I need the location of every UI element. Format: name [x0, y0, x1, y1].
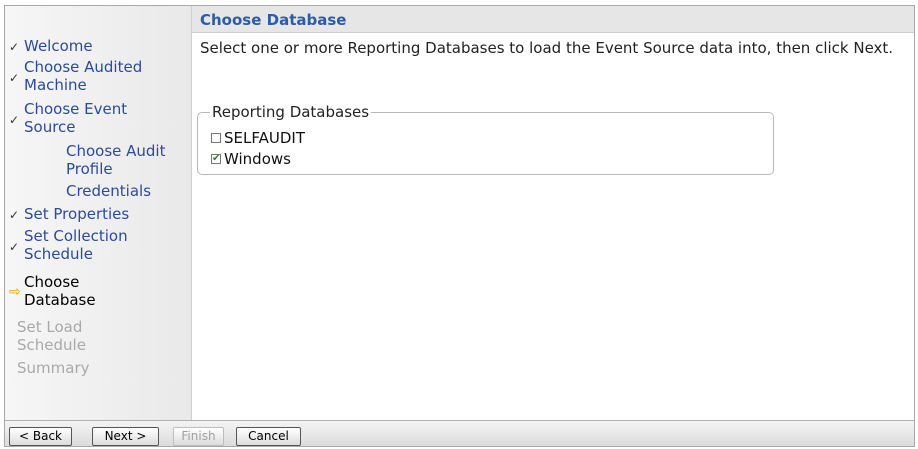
checkbox-selfaudit[interactable]: [211, 133, 221, 143]
check-icon: ✓: [9, 113, 20, 127]
step-label-line2: Machine: [24, 76, 87, 94]
cancel-button[interactable]: Cancel: [236, 427, 301, 446]
check-icon: ✓: [9, 240, 20, 254]
wizard-steps-sidebar: ✓ Welcome ✓ Choose Audited Machine ✓ Cho…: [5, 6, 192, 420]
step-label: Choose Audited: [24, 58, 143, 76]
check-icon: ✓: [9, 71, 20, 85]
step-label: Welcome: [24, 37, 93, 55]
instruction-text: Select one or more Reporting Databases t…: [200, 39, 894, 57]
step-label-line2: Source: [24, 118, 76, 136]
step-label: Summary: [17, 359, 90, 377]
option-selfaudit[interactable]: SELFAUDIT: [211, 129, 305, 147]
step-label: Set Properties: [24, 205, 130, 223]
checkbox-windows[interactable]: ✔: [211, 154, 221, 164]
step-label: Credentials: [66, 182, 152, 200]
finish-button: Finish: [173, 427, 224, 446]
back-button[interactable]: < Back: [9, 427, 72, 446]
step-label: Choose Audit: [66, 142, 166, 160]
reporting-databases-group: Reporting Databases SELFAUDIT ✔ Windows: [197, 103, 774, 175]
group-label: Reporting Databases: [210, 103, 372, 121]
page-title: Choose Database: [200, 11, 347, 29]
wizard-footer: < Back Next > Finish Cancel: [5, 420, 914, 446]
current-step-arrow-icon: ⇨: [9, 284, 21, 300]
option-windows[interactable]: ✔ Windows: [211, 150, 291, 168]
step-label-line2: Schedule: [24, 245, 93, 263]
page-header: Choose Database: [192, 6, 914, 33]
step-label: Choose Event: [24, 100, 128, 118]
step-label-line2: Profile: [66, 160, 113, 178]
next-button[interactable]: Next >: [92, 427, 159, 446]
wizard-window: ✓ Welcome ✓ Choose Audited Machine ✓ Cho…: [4, 5, 915, 447]
step-label: Choose: [24, 273, 80, 291]
check-icon: ✓: [9, 40, 20, 54]
step-label-line2: Schedule: [17, 336, 86, 354]
step-label: Set Load: [17, 318, 83, 336]
wizard-content: Choose Database Select one or more Repor…: [192, 6, 914, 420]
step-label: Set Collection: [24, 227, 128, 245]
step-label-line2: Database: [24, 291, 96, 309]
check-icon: ✓: [9, 208, 20, 222]
option-label: SELFAUDIT: [224, 129, 305, 147]
option-label: Windows: [224, 150, 291, 168]
